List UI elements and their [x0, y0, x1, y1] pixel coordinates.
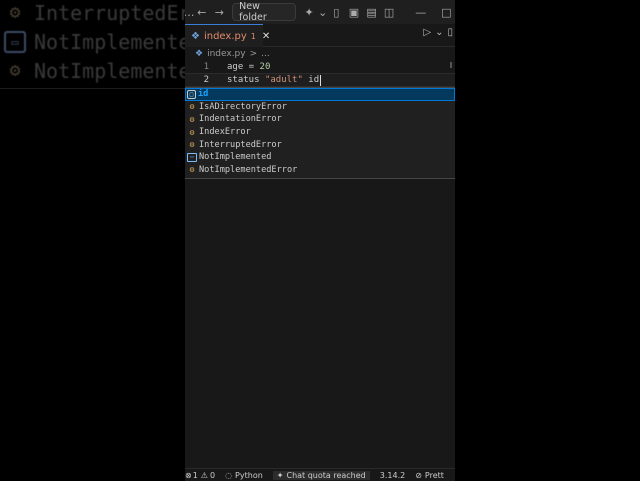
- copilot-icon[interactable]: ✦: [300, 3, 318, 21]
- layout-panel-icon[interactable]: ▤: [363, 3, 381, 21]
- line-number: 2: [203, 75, 209, 85]
- class-icon: ⚙: [9, 60, 21, 81]
- suggestion-item[interactable]: ⚙ IndentationError: [185, 113, 455, 126]
- typed-identifier: id: [302, 75, 320, 85]
- backdrop-line: ⚙ NotImplemente: [4, 58, 191, 84]
- problems-status[interactable]: ⊗ 1 ⚠ 0: [185, 471, 215, 480]
- identifier: age: [227, 62, 244, 72]
- suggestion-label: IsADirectoryError: [199, 101, 287, 112]
- menu-fragment: …: [185, 3, 195, 21]
- suggestion-item[interactable]: □ id: [185, 88, 455, 101]
- number-literal: 20: [259, 62, 271, 72]
- breadcrumb: ❖ index.py > ...: [195, 47, 270, 61]
- code-line: 1 age = 20: [185, 61, 455, 73]
- editor-actions: ▷ ⌄ ▯: [423, 27, 453, 38]
- editor-window: … ← → New folder ✦ ⌄ ▯ ▣ ▤ ◫ — □ ❖ index…: [185, 0, 455, 480]
- breadcrumb-file[interactable]: index.py: [207, 49, 246, 59]
- chevron-down-icon[interactable]: ⌄: [435, 27, 443, 38]
- run-icon[interactable]: ▷: [423, 27, 431, 38]
- interpreter-version[interactable]: 3.14.2: [380, 471, 405, 480]
- class-icon: ⚙: [189, 114, 195, 124]
- suggestion-label: NotImplemented: [199, 152, 272, 163]
- class-icon: ⚙: [189, 127, 195, 137]
- suggestion-label: InterruptedError: [199, 139, 282, 150]
- enum-member-icon: ▭: [4, 31, 26, 53]
- prohibited-icon: ⊘: [415, 470, 422, 480]
- chevron-down-icon[interactable]: ⌄: [318, 3, 328, 21]
- formatter-status[interactable]: ⊘ Prett: [415, 471, 444, 480]
- tab-index-py[interactable]: ❖ index.py 1 ✕: [185, 24, 270, 47]
- error-icon: ⊗: [185, 470, 192, 480]
- suggestion-label: IndexError: [199, 127, 251, 138]
- warning-count: 0: [209, 470, 216, 480]
- class-icon: ⚙: [9, 2, 21, 23]
- minimize-button[interactable]: —: [412, 3, 430, 21]
- backdrop-text: NotImplemente: [34, 59, 191, 83]
- line-number: 1: [203, 62, 209, 72]
- close-tab-icon[interactable]: ✕: [262, 31, 270, 42]
- tab-label: index.py: [203, 30, 247, 42]
- copilot-icon: ✦: [276, 470, 284, 480]
- suggestion-item[interactable]: ⚙ NotImplementedError: [185, 164, 455, 177]
- minimap-indicator[interactable]: [450, 62, 452, 68]
- chat-status[interactable]: ✦ Chat quota reached: [272, 470, 370, 480]
- layout-secondary-icon[interactable]: ◫: [380, 3, 398, 21]
- formatter-label: Prett: [424, 470, 444, 480]
- backdrop-text: NotImplemented: [34, 30, 203, 54]
- status-bar: ⊗ 1 ⚠ 0 ◌ Python ✦ Chat quota reached 3.…: [185, 468, 455, 481]
- title-bar: … ← → New folder ✦ ⌄ ▯ ▣ ▤ ◫ — □: [185, 0, 455, 24]
- class-icon: ⚙: [189, 140, 195, 150]
- suggestion-label: id: [198, 89, 209, 100]
- maximize-button[interactable]: □: [438, 3, 456, 21]
- string-literal: "adult": [264, 75, 303, 85]
- split-editor-icon[interactable]: ▯: [447, 27, 453, 38]
- search-text: New folder: [239, 1, 267, 23]
- backdrop-line: ⚙ InterruptedEr: [4, 0, 191, 26]
- enum-member-icon: ▭: [187, 152, 197, 162]
- python-file-icon: ❖: [195, 49, 204, 59]
- back-button[interactable]: ←: [193, 3, 211, 21]
- suggestion-item[interactable]: ⚙ IndexError: [185, 126, 455, 139]
- suggestion-label: IndentationError: [199, 114, 282, 125]
- layout-sidebar-icon[interactable]: ▯: [328, 3, 346, 21]
- error-count: 1: [192, 470, 198, 480]
- suggestion-item[interactable]: ▭ NotImplemented: [185, 151, 455, 164]
- code-area[interactable]: 1 age = 20 2 status "adult" id: [185, 61, 455, 87]
- class-icon: ⚙: [189, 102, 195, 112]
- loading-icon: ◌: [225, 470, 233, 480]
- class-icon: ⚙: [189, 165, 195, 175]
- language-label: Python: [235, 470, 263, 480]
- suggestion-item[interactable]: ⚙ IsADirectoryError: [185, 101, 455, 114]
- code-line-current: 2 status "adult" id: [185, 73, 455, 87]
- suggest-widget: □ id ⚙ IsADirectoryError ⚙ IndentationEr…: [185, 87, 455, 179]
- identifier: status: [227, 75, 260, 85]
- language-status[interactable]: ◌ Python: [225, 471, 263, 480]
- breadcrumb-separator: >: [249, 49, 258, 59]
- python-file-icon: ❖: [191, 30, 200, 42]
- forward-button[interactable]: →: [211, 3, 229, 21]
- breadcrumb-more[interactable]: ...: [261, 49, 270, 59]
- suggestion-label: NotImplementedError: [199, 164, 298, 175]
- backdrop-divider: [0, 88, 185, 89]
- command-center-search[interactable]: New folder: [232, 1, 297, 23]
- suggestion-item[interactable]: ⚙ InterruptedError: [185, 138, 455, 151]
- chat-label: Chat quota reached: [286, 470, 366, 480]
- warning-icon: ⚠: [200, 470, 208, 480]
- tab-bar: ❖ index.py 1 ✕ ▷ ⌄ ▯: [185, 24, 455, 47]
- problem-count-badge: 1: [250, 31, 256, 41]
- layout-editor-icon[interactable]: ▣: [345, 3, 363, 21]
- keyword-icon: □: [187, 89, 196, 99]
- text-cursor: [320, 74, 322, 86]
- backdrop-text: InterruptedEr: [34, 1, 191, 25]
- operator: =: [243, 62, 260, 72]
- backdrop-line: ▭ NotImplemented: [4, 29, 203, 55]
